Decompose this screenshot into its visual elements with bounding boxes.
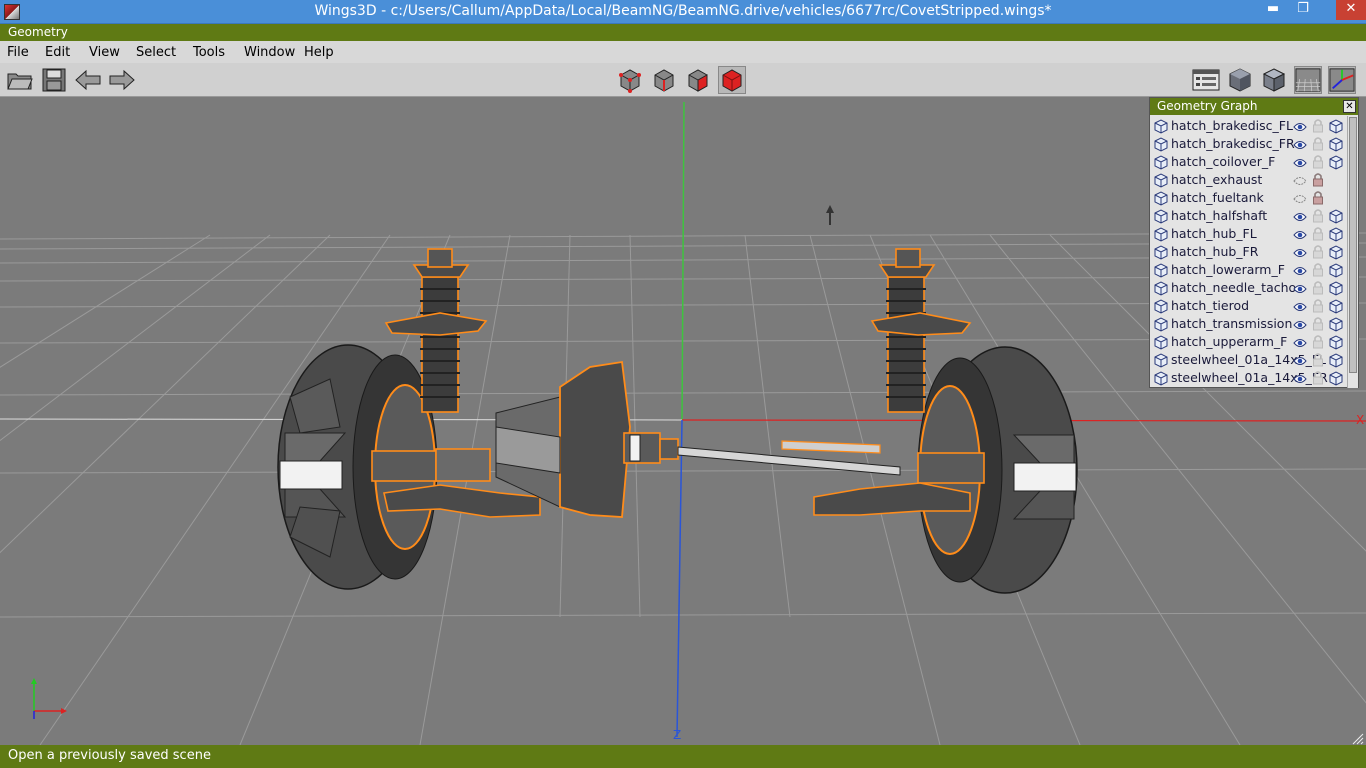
menu-tools[interactable]: Tools — [193, 45, 225, 60]
object-name[interactable]: hatch_tierod — [1171, 298, 1249, 313]
object-row[interactable]: hatch_upperarm_F — [1150, 333, 1347, 351]
lock-icon[interactable] — [1312, 370, 1324, 388]
mini-axis-indicator — [31, 678, 67, 719]
body-mode-icon[interactable] — [718, 66, 746, 94]
object-row[interactable]: steelwheel_01a_14x5_FR — [1150, 369, 1347, 387]
object-row[interactable]: steelwheel_01a_14x5_FL — [1150, 351, 1347, 369]
groundplane-icon[interactable] — [1294, 66, 1322, 94]
object-row[interactable]: hatch_brakedisc_FR — [1150, 135, 1347, 153]
object-list[interactable]: hatch_brakedisc_FL hatch_brakedisc_FRhatc… — [1150, 116, 1347, 388]
edge-mode-icon[interactable] — [650, 66, 678, 94]
redo-arrow-icon[interactable] — [108, 66, 136, 94]
object-row[interactable]: hatch_hub_FL — [1150, 225, 1347, 243]
visibility-eye-icon[interactable] — [1293, 121, 1307, 136]
object-row[interactable]: hatch_needle_tacho — [1150, 279, 1347, 297]
visibility-eye-icon[interactable] — [1293, 157, 1307, 172]
hidden-eye-icon[interactable] — [1293, 175, 1307, 190]
menu-help[interactable]: Help — [304, 45, 334, 60]
light-marker[interactable] — [826, 205, 834, 225]
status-message: Open a previously saved scene — [8, 748, 211, 763]
window-title: Wings3D - c:/Users/Callum/AppData/Local/… — [314, 3, 1052, 19]
y-axis-line — [681, 101, 685, 421]
object-name[interactable]: hatch_hub_FR — [1171, 244, 1258, 259]
status-bar: Open a previously saved scene — [0, 745, 1366, 768]
visibility-eye-icon[interactable] — [1293, 373, 1307, 388]
menu-select[interactable]: Select — [136, 45, 176, 60]
save-disk-icon[interactable] — [40, 66, 68, 94]
flat-shade-icon[interactable] — [1260, 66, 1288, 94]
object-row[interactable]: hatch_exhaust — [1150, 171, 1347, 189]
geometry-graph-title: Geometry Graph — [1157, 99, 1258, 113]
object-list-scrollbar[interactable] — [1347, 116, 1358, 388]
transmission-model[interactable] — [495, 360, 679, 518]
object-row[interactable]: hatch_hub_FR — [1150, 243, 1347, 261]
object-row[interactable]: hatch_halfshaft — [1150, 207, 1347, 225]
maximize-button[interactable]: ❐ — [1288, 0, 1318, 20]
close-button[interactable]: ✕ — [1336, 0, 1366, 20]
geometry-graph-header[interactable]: Geometry Graph ✕ — [1150, 98, 1358, 115]
object-name[interactable]: hatch_transmission — [1171, 316, 1292, 331]
object-row[interactable]: hatch_lowerarm_F — [1150, 261, 1347, 279]
object-name[interactable]: hatch_lowerarm_F — [1171, 262, 1285, 277]
face-mode-icon[interactable] — [684, 66, 712, 94]
outliner-icon[interactable] — [1192, 66, 1220, 94]
z-axis-label: Z — [673, 728, 681, 742]
menu-window[interactable]: Window — [244, 45, 295, 60]
geometry-graph-close-button[interactable]: ✕ — [1343, 100, 1356, 113]
menu-view[interactable]: View — [89, 45, 120, 60]
wireframe-cube-icon[interactable] — [1329, 371, 1343, 388]
menu-bar: File Edit View Select Tools Window Help — [0, 41, 1366, 63]
open-folder-icon[interactable] — [6, 66, 34, 94]
toolbar — [0, 63, 1366, 97]
axes-icon[interactable] — [1328, 66, 1356, 94]
vertex-mode-icon[interactable] — [616, 66, 644, 94]
visibility-eye-icon[interactable] — [1293, 211, 1307, 226]
object-name[interactable]: hatch_brakedisc_FL — [1171, 118, 1293, 133]
object-name[interactable]: hatch_upperarm_F — [1171, 334, 1287, 349]
z-axis-line — [676, 419, 683, 738]
object-cube-icon[interactable] — [1154, 371, 1168, 388]
geometry-graph-panel[interactable]: Geometry Graph ✕ hatch_brakedisc_FL hatch… — [1149, 97, 1359, 388]
menu-file[interactable]: File — [7, 45, 29, 60]
visibility-eye-icon[interactable] — [1293, 355, 1307, 370]
visibility-eye-icon[interactable] — [1293, 229, 1307, 244]
visibility-eye-icon[interactable] — [1293, 319, 1307, 334]
minimize-button[interactable]: ▬ — [1258, 0, 1288, 20]
visibility-eye-icon[interactable] — [1293, 247, 1307, 262]
object-name[interactable]: hatch_coilover_F — [1171, 154, 1275, 169]
object-name[interactable]: hatch_hub_FL — [1171, 226, 1257, 241]
x-axis-label: X — [1356, 413, 1364, 427]
object-name[interactable]: hatch_exhaust — [1171, 172, 1262, 187]
undo-arrow-icon[interactable] — [74, 66, 102, 94]
object-row[interactable]: hatch_coilover_F — [1150, 153, 1347, 171]
object-row[interactable]: hatch_tierod — [1150, 297, 1347, 315]
object-name[interactable]: hatch_halfshaft — [1171, 208, 1267, 223]
object-name[interactable]: hatch_needle_tacho — [1171, 280, 1296, 295]
object-name[interactable]: hatch_fueltank — [1171, 190, 1264, 205]
smooth-shade-icon[interactable] — [1226, 66, 1254, 94]
geometry-window-header: Geometry — [0, 24, 1366, 41]
scrollbar-thumb[interactable] — [1349, 117, 1357, 373]
visibility-eye-icon[interactable] — [1293, 265, 1307, 280]
object-row[interactable]: hatch_transmission — [1150, 315, 1347, 333]
hidden-eye-icon[interactable] — [1293, 193, 1307, 208]
visibility-eye-icon[interactable] — [1293, 283, 1307, 298]
object-name[interactable]: hatch_brakedisc_FR — [1171, 136, 1295, 151]
visibility-eye-icon[interactable] — [1293, 139, 1307, 154]
window-titlebar: Wings3D - c:/Users/Callum/AppData/Local/… — [0, 0, 1366, 24]
menu-edit[interactable]: Edit — [45, 45, 70, 60]
resize-grip-icon[interactable] — [1352, 733, 1364, 745]
object-row[interactable]: hatch_fueltank — [1150, 189, 1347, 207]
object-row[interactable]: hatch_brakedisc_FL — [1150, 117, 1347, 135]
visibility-eye-icon[interactable] — [1293, 337, 1307, 352]
visibility-eye-icon[interactable] — [1293, 301, 1307, 316]
